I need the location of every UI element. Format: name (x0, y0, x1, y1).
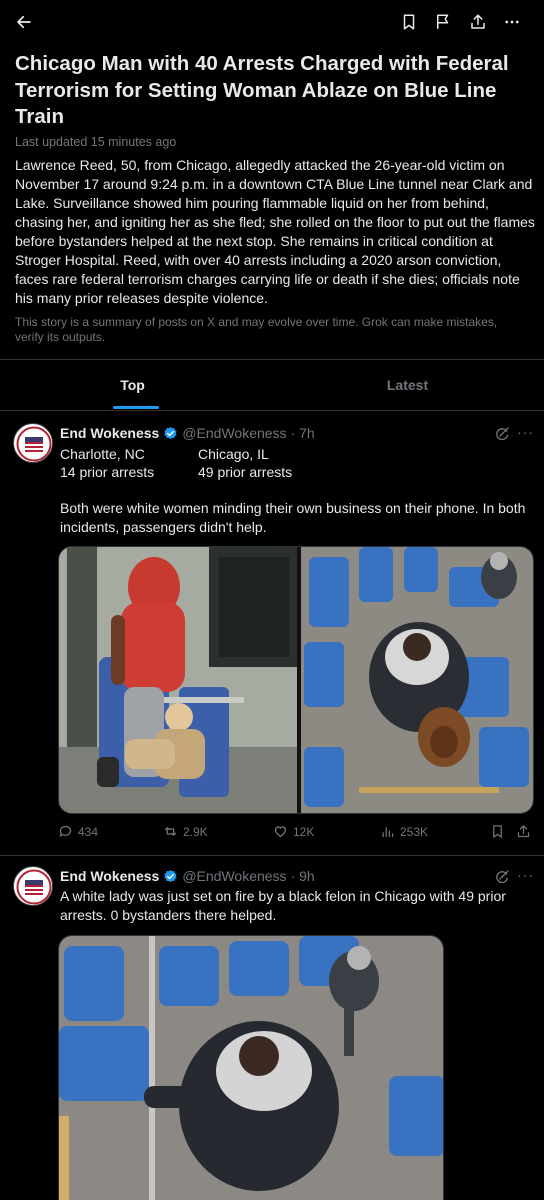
share-button[interactable] (464, 8, 492, 36)
location-left: Charlotte, NC (60, 446, 145, 462)
tab-top[interactable]: Top (60, 360, 205, 410)
divider (0, 410, 544, 411)
report-button[interactable] (429, 8, 457, 36)
media-image (59, 547, 533, 813)
repost-button[interactable]: 2.9K (163, 824, 208, 839)
author-handle[interactable]: @EndWokeness (182, 425, 286, 441)
post-time[interactable]: · 7h (291, 425, 315, 441)
seal-logo-icon (15, 868, 52, 905)
post-time[interactable]: · 9h (291, 868, 315, 884)
seal-logo-icon (15, 425, 52, 462)
repost-icon (164, 827, 177, 836)
view-count: 253K (400, 824, 429, 839)
top-bar (0, 0, 544, 46)
story-summary: Lawrence Reed, 50, from Chicago, alleged… (15, 157, 535, 306)
more-button[interactable] (498, 8, 526, 36)
arrests-right: 49 prior arrests (198, 464, 293, 480)
more-icon (505, 20, 519, 24)
bookmark-icon (493, 825, 502, 838)
repost-count: 2.9K (183, 824, 208, 839)
flag-icon (437, 14, 449, 29)
bookmark-post-button[interactable] (490, 824, 505, 839)
grok-disclaimer: This story is a summary of posts on X an… (15, 315, 498, 344)
post-media[interactable] (58, 546, 534, 814)
post-more-icon[interactable]: ··· (517, 424, 535, 440)
share-icon (517, 825, 530, 838)
grok-icon[interactable] (494, 869, 510, 885)
heart-icon (274, 826, 287, 838)
like-button[interactable]: 12K (273, 824, 314, 839)
avatar[interactable] (13, 866, 53, 906)
active-tab-indicator (113, 406, 159, 409)
story-headline: Chicago Man with 40 Arrests Charged with… (15, 52, 509, 128)
reply-button[interactable]: 434 (58, 824, 98, 839)
author-name[interactable]: End Wokeness (60, 425, 159, 441)
bookmark-button[interactable] (395, 8, 423, 36)
like-count: 12K (293, 824, 315, 839)
tab-bar: Top Latest (0, 360, 544, 410)
share-icon (471, 14, 485, 29)
grok-icon[interactable] (494, 426, 510, 442)
arrests-left: 14 prior arrests (60, 464, 155, 480)
arrow-left-icon (17, 15, 31, 29)
verified-badge-icon (164, 869, 177, 882)
reply-icon (59, 825, 72, 838)
post-more-icon[interactable]: ··· (517, 867, 535, 883)
post-actions: 434 2.9K 12K 253K (58, 824, 534, 844)
last-updated: Last updated 15 minutes ago (15, 135, 177, 149)
divider (0, 855, 544, 856)
views-button[interactable]: 253K (380, 824, 428, 839)
tab-latest[interactable]: Latest (335, 360, 480, 410)
post-text: A white lady was just set on fire by a b… (60, 888, 506, 923)
avatar[interactable] (13, 423, 53, 463)
bookmark-icon (403, 14, 415, 30)
reply-count: 434 (78, 824, 99, 839)
verified-badge-icon (164, 426, 177, 439)
post-author[interactable]: End Wokeness @EndWokeness · 7h (60, 425, 315, 441)
location-right: Chicago, IL (198, 446, 269, 462)
post-media[interactable] (58, 935, 444, 1200)
author-name[interactable]: End Wokeness (60, 868, 159, 884)
post-text: Both were white women minding their own … (60, 500, 526, 535)
post-author[interactable]: End Wokeness @EndWokeness · 9h (60, 868, 315, 884)
share-post-button[interactable] (516, 824, 531, 839)
back-button[interactable] (10, 8, 38, 36)
views-icon (382, 827, 394, 838)
author-handle[interactable]: @EndWokeness (182, 868, 286, 884)
media-image (59, 936, 443, 1200)
